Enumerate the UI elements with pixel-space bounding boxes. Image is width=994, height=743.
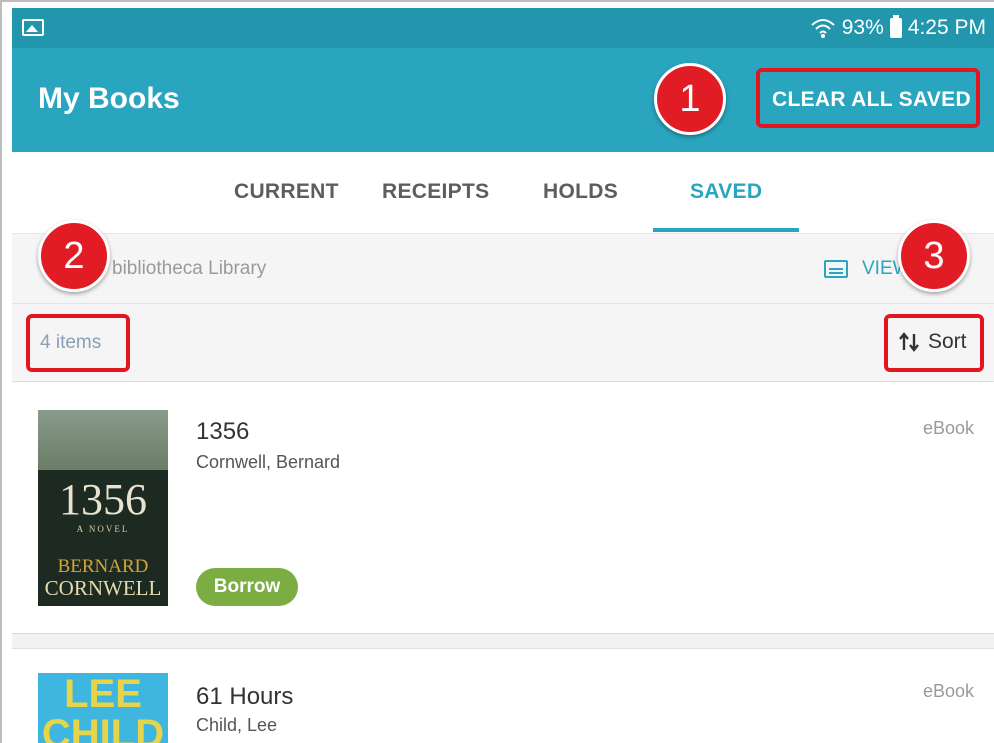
book-cover[interactable]: LEE CHILD (38, 673, 168, 743)
callout-highlight-item-count (26, 314, 130, 372)
tab-receipts[interactable]: RECEIPTS (382, 180, 489, 204)
book-title[interactable]: 1356 (196, 418, 249, 446)
borrow-button[interactable]: Borrow (196, 568, 298, 606)
book-format: eBook (922, 418, 974, 438)
wifi-icon (811, 19, 835, 38)
status-indicators: 93% 4:25 PM (810, 15, 986, 40)
library-card-icon[interactable] (824, 260, 848, 278)
tab-current[interactable]: CURRENT (234, 180, 339, 204)
cover-artwork (38, 410, 168, 470)
battery-percent: 93% (841, 16, 884, 39)
book-author: Cornwell, Bernard (196, 452, 341, 472)
tab-saved[interactable]: SAVED (690, 180, 762, 204)
tab-bar: CURRENT RECEIPTS HOLDS SAVED (12, 152, 994, 234)
cover-author-first: BERNARD (57, 556, 149, 577)
cover-author-last: CORNWELL (44, 576, 162, 600)
cover-title: 1356 (59, 475, 147, 524)
app-screen: 93% 4:25 PM My Books CLEAR ALL SAVED CUR… (12, 8, 994, 743)
active-tab-indicator (653, 228, 799, 232)
callout-highlight-sort (884, 314, 984, 372)
clock: 4:25 PM (907, 16, 986, 39)
book-cover[interactable]: 1356 A NOVEL BERNARD CORNWELL (38, 410, 168, 606)
tab-holds[interactable]: HOLDS (543, 180, 618, 204)
callout-marker: 3 (898, 220, 970, 292)
gallery-notification-icon (22, 19, 44, 36)
callout-highlight-clear-all (756, 68, 980, 128)
library-name: bibliotheca Library (112, 258, 267, 279)
book-card[interactable]: 1356 A NOVEL BERNARD CORNWELL 1356 Cornw… (12, 382, 994, 634)
cover-author-last: CHILD (41, 712, 165, 743)
book-format: eBook (922, 681, 974, 701)
card-separator (12, 634, 994, 648)
battery-icon (889, 15, 902, 38)
book-title[interactable]: 61 Hours (196, 683, 293, 711)
library-bar: bibliotheca Library VIEW (12, 234, 994, 304)
cover-author-first: LEE (64, 673, 142, 716)
page-title: My Books (38, 82, 180, 115)
callout-marker: 2 (38, 220, 110, 292)
book-author: Child, Lee (196, 715, 278, 735)
book-card[interactable]: LEE CHILD 61 Hours Child, Lee eBook (12, 648, 994, 743)
list-header: 4 items Sort (12, 304, 994, 382)
status-bar: 93% 4:25 PM (12, 8, 994, 48)
cover-subtitle: A NOVEL (76, 524, 130, 534)
callout-marker: 1 (654, 63, 726, 135)
